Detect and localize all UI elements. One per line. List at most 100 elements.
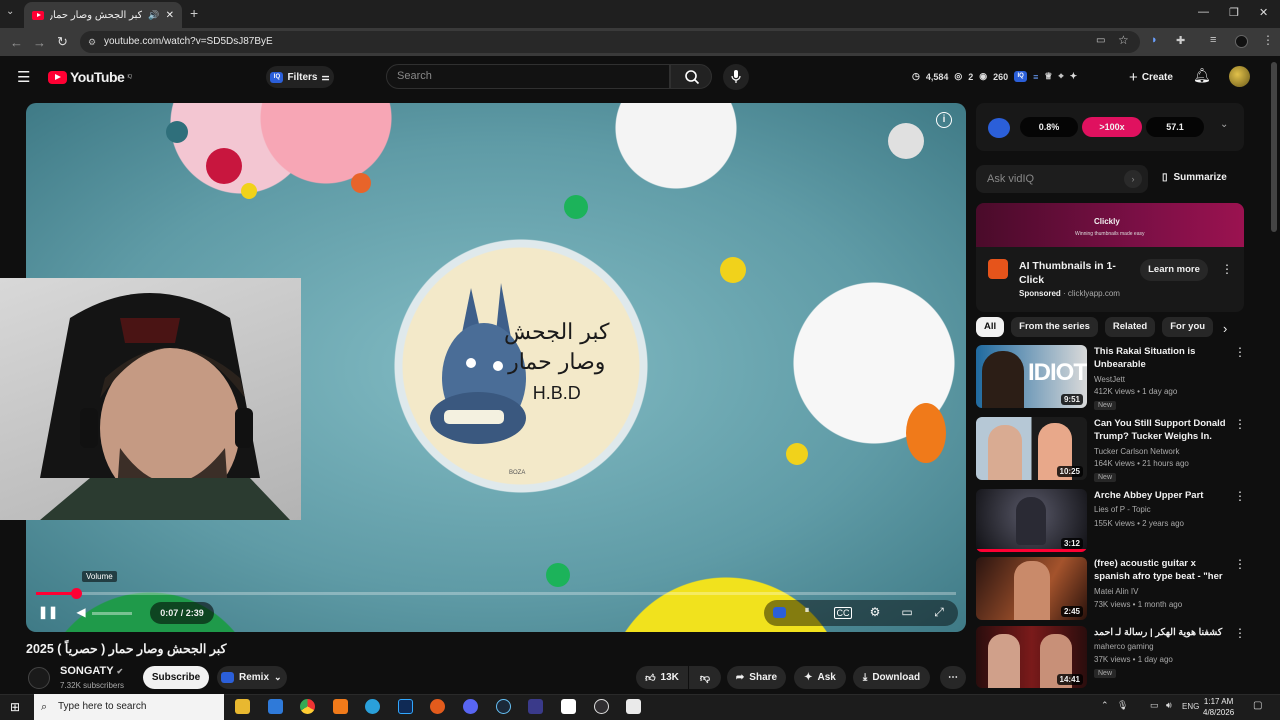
- vidiq-header-icon[interactable]: IQ: [1014, 71, 1028, 82]
- summarize-button[interactable]: ▯ Summarize: [1162, 172, 1227, 183]
- fullscreen-icon[interactable]: ⤢: [930, 605, 948, 621]
- address-bar[interactable]: ⚙ youtube.com/watch?v=SD5DsJ87ByE: [80, 31, 1140, 53]
- rec-thumbnail[interactable]: IDIOT 9:51: [976, 345, 1087, 408]
- list-icon[interactable]: ≡: [1033, 72, 1038, 82]
- rec-more-icon[interactable]: ⋮: [1234, 345, 1246, 359]
- recommendation-item[interactable]: 3:12 Arche Abbey Upper Part Lies of P - …: [976, 489, 1246, 555]
- capcut-icon[interactable]: [561, 699, 576, 714]
- page-scrollbar[interactable]: [1271, 62, 1277, 232]
- settings-gear-icon[interactable]: ⚙: [866, 605, 884, 621]
- chip-for-you[interactable]: For you: [1162, 317, 1214, 337]
- ask-send-icon[interactable]: ›: [1124, 170, 1142, 188]
- site-info-icon[interactable]: ⚙: [88, 31, 96, 53]
- browser-menu-icon[interactable]: ⋮: [1262, 33, 1274, 47]
- tray-lang[interactable]: ENG: [1182, 702, 1199, 711]
- video-info-icon[interactable]: i: [936, 112, 952, 128]
- photoshop-icon[interactable]: [398, 699, 413, 714]
- download-button[interactable]: ⤓ Download: [853, 666, 930, 689]
- account-avatar[interactable]: [1229, 66, 1250, 87]
- file-explorer-icon[interactable]: [235, 699, 250, 714]
- channel-avatar[interactable]: [28, 667, 50, 689]
- metric-engagement[interactable]: 0.8%: [1020, 117, 1078, 137]
- recommendation-item[interactable]: 14:41 كشفنا هوية الهكر | رسالة لـ احمد ش…: [976, 626, 1246, 688]
- bookmark-star-icon[interactable]: ☆: [1118, 33, 1129, 47]
- ask-vidiq-input[interactable]: Ask vidIQ: [976, 165, 1148, 193]
- hamburger-menu-icon[interactable]: ☰: [17, 68, 30, 86]
- chip-from-series[interactable]: From the series: [1011, 317, 1098, 337]
- subscribe-button[interactable]: Subscribe: [143, 666, 209, 689]
- ad-banner[interactable]: Clickly Winning thumbnails made easy: [976, 203, 1244, 247]
- extensions-puzzle-icon[interactable]: ✚: [1176, 34, 1185, 47]
- rec-more-icon[interactable]: ⋮: [1234, 557, 1246, 571]
- more-actions-button[interactable]: ⋯: [940, 666, 966, 689]
- sponsored-ad[interactable]: Clickly Winning thumbnails made easy AI …: [976, 203, 1244, 312]
- telegram-icon[interactable]: [365, 699, 380, 714]
- recommendation-item[interactable]: 2:45 (free) acoustic guitar x spanish af…: [976, 557, 1246, 623]
- rec-more-icon[interactable]: ⋮: [1234, 417, 1246, 431]
- metric-score[interactable]: 57.1: [1146, 117, 1204, 137]
- chips-next-icon[interactable]: ›: [1223, 321, 1227, 336]
- tag-icon[interactable]: ⌖: [1059, 71, 1064, 82]
- tray-mic-icon[interactable]: 🎙︎: [1117, 700, 1128, 711]
- new-tab-icon[interactable]: +: [190, 5, 198, 21]
- discord-icon[interactable]: [463, 699, 478, 714]
- search-button[interactable]: [670, 64, 712, 89]
- create-button[interactable]: + Create: [1118, 64, 1184, 90]
- tray-network-icon[interactable]: ▭: [1150, 700, 1159, 711]
- tray-volume-icon[interactable]: 🔊︎: [1166, 700, 1172, 711]
- back-icon[interactable]: ←: [10, 35, 23, 50]
- autoplay-toggle-icon[interactable]: ⏸: [798, 605, 816, 621]
- tab-list-icon[interactable]: ⌄: [6, 6, 14, 17]
- notifications-bell-icon[interactable]: 🔔︎: [1193, 67, 1211, 84]
- youtube-logo[interactable]: YouTube IQ: [48, 69, 132, 85]
- recommendation-item[interactable]: IDIOT 9:51 This Rakai Situation is Unbea…: [976, 345, 1246, 411]
- windows-start-icon[interactable]: ⊞: [10, 700, 20, 714]
- remix-button[interactable]: Remix ⌄: [217, 666, 287, 689]
- dislike-button[interactable]: 👎︎: [689, 666, 721, 689]
- minimize-icon[interactable]: —: [1198, 6, 1209, 18]
- volume-icon[interactable]: ◀: [72, 605, 90, 621]
- notification-center-icon[interactable]: ▢: [1253, 700, 1262, 711]
- forward-icon[interactable]: →: [33, 35, 46, 50]
- browser-icon[interactable]: [430, 699, 445, 714]
- window-close-icon[interactable]: ✕: [1259, 6, 1268, 19]
- share-button[interactable]: ➦ Share: [727, 666, 786, 689]
- app-icon[interactable]: [626, 699, 641, 714]
- profile-icon[interactable]: [1235, 35, 1248, 48]
- recommendation-item[interactable]: 10:25 Can You Still Support Donald Trump…: [976, 417, 1246, 483]
- theater-mode-icon[interactable]: ▭: [898, 605, 916, 621]
- chip-related[interactable]: Related: [1104, 317, 1156, 337]
- rec-thumbnail[interactable]: 3:12: [976, 489, 1087, 552]
- extension-vidiq-icon[interactable]: ◗: [1151, 34, 1158, 46]
- search-input[interactable]: Search: [386, 64, 670, 89]
- taskbar-search-input[interactable]: ⌕ Type here to search: [34, 694, 224, 720]
- sparkle-icon[interactable]: ✦: [1070, 71, 1078, 82]
- pause-icon[interactable]: ❚❚: [38, 605, 58, 621]
- rec-more-icon[interactable]: ⋮: [1234, 489, 1246, 503]
- maximize-icon[interactable]: ❐: [1229, 6, 1239, 19]
- browser-tab-active[interactable]: كبر الجحش وصار حمار ( حصرياً ) 🔊 ✕: [24, 2, 182, 28]
- trophy-icon[interactable]: ♕: [1044, 71, 1052, 82]
- channel-name[interactable]: SONGATY ✔: [60, 665, 123, 677]
- app-icon[interactable]: [268, 699, 283, 714]
- chrome-icon[interactable]: [300, 699, 315, 714]
- ad-learn-more-button[interactable]: Learn more: [1140, 259, 1208, 281]
- ask-button[interactable]: ✦ Ask: [794, 666, 846, 689]
- tab-close-icon[interactable]: ✕: [166, 10, 174, 21]
- obs-icon[interactable]: [594, 699, 609, 714]
- rec-thumbnail[interactable]: 10:25: [976, 417, 1087, 480]
- expand-chevron-icon[interactable]: ⌄: [1220, 119, 1228, 130]
- steam-icon[interactable]: [496, 699, 511, 714]
- ad-more-icon[interactable]: ⋮: [1221, 262, 1233, 276]
- rec-more-icon[interactable]: ⋮: [1234, 626, 1246, 640]
- vlc-icon[interactable]: [333, 699, 348, 714]
- like-button[interactable]: 👍︎ 13K: [636, 666, 688, 689]
- progress-bar[interactable]: [36, 588, 956, 599]
- vidiq-logo-icon[interactable]: [988, 118, 1010, 138]
- voice-search-button[interactable]: [723, 64, 749, 90]
- chip-all[interactable]: All: [976, 317, 1005, 337]
- tray-chevron-icon[interactable]: ⌃: [1101, 700, 1109, 711]
- vidiq-player-icon[interactable]: [773, 607, 786, 618]
- reload-icon[interactable]: ↻: [57, 34, 68, 50]
- taskbar-clock[interactable]: 1:17 AM 4/8/2026: [1203, 696, 1234, 718]
